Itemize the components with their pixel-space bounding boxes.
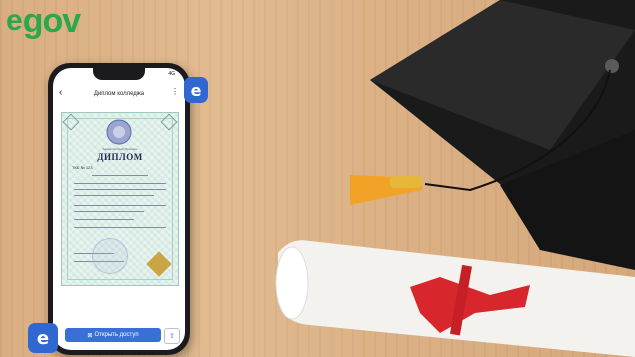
text-line bbox=[74, 219, 134, 220]
background-photo: e gov 4G ‹ Диплом колледжа ⋮ Қазақстан Р… bbox=[0, 0, 635, 357]
share-icon: ⊠ bbox=[87, 332, 93, 339]
more-menu-icon[interactable]: ⋮ bbox=[171, 87, 179, 96]
status-network: 4G bbox=[168, 71, 175, 77]
diploma-caption: Қазақстан Республикасы bbox=[102, 147, 138, 151]
egov-badge-icon: e bbox=[184, 77, 208, 103]
logo-gov: gov bbox=[22, 2, 81, 40]
egov-logo: e gov bbox=[6, 1, 81, 41]
tassel bbox=[350, 175, 422, 205]
upload-button[interactable]: ⇧ bbox=[164, 328, 180, 344]
badge-label: e bbox=[190, 80, 202, 100]
upload-icon: ⇧ bbox=[169, 333, 175, 340]
watermark-stamp bbox=[92, 238, 128, 274]
phone-mockup: 4G ‹ Диплом колледжа ⋮ Қазақстан Республ… bbox=[48, 63, 190, 355]
text-line bbox=[92, 175, 148, 176]
diploma-title: ДИПЛОМ bbox=[97, 152, 143, 162]
text-line bbox=[74, 227, 166, 228]
diploma-document[interactable]: Қазақстан Республикасы ДИПЛОМ ТКБ № 123 bbox=[61, 112, 179, 286]
text-line bbox=[74, 205, 166, 206]
text-line bbox=[74, 195, 154, 196]
phone-screen: 4G ‹ Диплом колледжа ⋮ Қазақстан Республ… bbox=[53, 68, 185, 350]
graduation-cap-image bbox=[350, 0, 635, 270]
diploma-scroll-image bbox=[275, 240, 635, 357]
share-access-button[interactable]: ⊠ Открыть доступ bbox=[65, 328, 161, 342]
diploma-number: ТКБ № 123 bbox=[72, 165, 93, 170]
state-emblem-icon bbox=[106, 119, 132, 145]
badge-label: e bbox=[36, 327, 50, 349]
text-line bbox=[74, 189, 166, 190]
text-line bbox=[74, 183, 166, 184]
app-header: ‹ Диплом колледжа ⋮ bbox=[53, 86, 185, 102]
app-title: Диплом колледжа bbox=[93, 91, 145, 97]
back-arrow-icon[interactable]: ‹ bbox=[59, 87, 62, 98]
text-line bbox=[74, 211, 144, 212]
egov-badge-icon: e bbox=[28, 323, 58, 353]
phone-notch bbox=[93, 68, 145, 80]
share-button-label: Открыть доступ bbox=[94, 332, 139, 338]
logo-e: e bbox=[6, 4, 23, 37]
